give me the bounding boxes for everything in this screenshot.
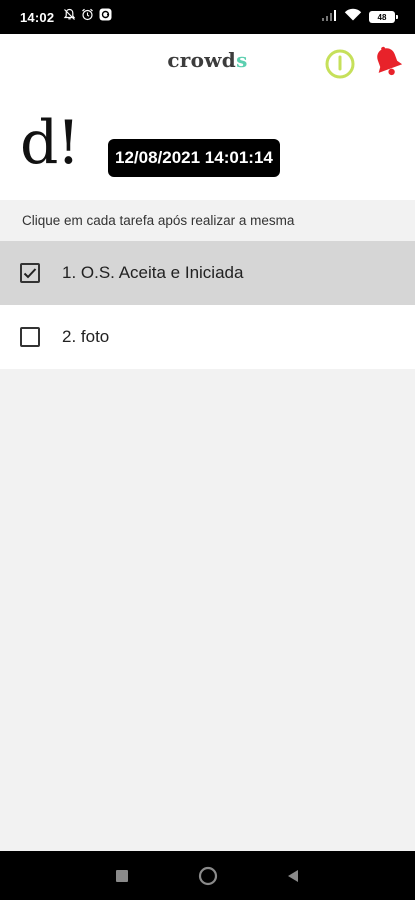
app-notification-icon [99, 8, 112, 26]
task-checkbox-checked[interactable] [20, 263, 40, 283]
task-list: 1. O.S. Aceita e Iniciada 2. foto [0, 241, 415, 369]
power-icon [325, 49, 355, 79]
logo-accent: s [236, 48, 248, 72]
task-item-2[interactable]: 2. foto [0, 305, 415, 369]
wifi-icon [344, 8, 362, 26]
status-time: 14:02 [20, 9, 55, 25]
battery-icon: 48 [369, 11, 398, 23]
status-bar: 14:02 48 [0, 0, 415, 34]
back-icon [288, 870, 298, 882]
home-button[interactable] [198, 866, 218, 886]
brand-mark: d! [20, 108, 81, 178]
task-checkbox-unchecked[interactable] [20, 327, 40, 347]
app-header: crowds [0, 34, 415, 94]
notifications-button[interactable] [370, 44, 406, 80]
bell-icon [377, 46, 403, 76]
status-left-icons [63, 8, 112, 26]
task-label: 1. O.S. Aceita e Iniciada [62, 263, 244, 282]
hero-section: d! 12/08/2021 14:01:14 [0, 94, 415, 200]
navigation-bar [0, 851, 415, 900]
app-screen: 14:02 48 crowds d! 12/08/2021 14:01:14 C… [0, 0, 415, 900]
signal-icon [321, 8, 337, 26]
power-button[interactable] [324, 48, 356, 80]
logo-main: crowd [167, 48, 237, 72]
notifications-off-icon [63, 8, 76, 26]
home-icon [198, 866, 218, 886]
instructions-text: Clique em cada tarefa após realizar a me… [0, 200, 415, 241]
datetime-badge: 12/08/2021 14:01:14 [108, 139, 280, 177]
recents-button[interactable] [116, 870, 128, 882]
alarm-icon [81, 8, 94, 26]
task-label: 2. foto [62, 327, 110, 346]
status-right-icons: 48 [321, 8, 398, 26]
battery-level: 48 [377, 12, 387, 22]
task-item-1[interactable]: 1. O.S. Aceita e Iniciada [0, 241, 415, 305]
checkmark-icon [23, 268, 37, 279]
back-button[interactable] [286, 869, 300, 883]
